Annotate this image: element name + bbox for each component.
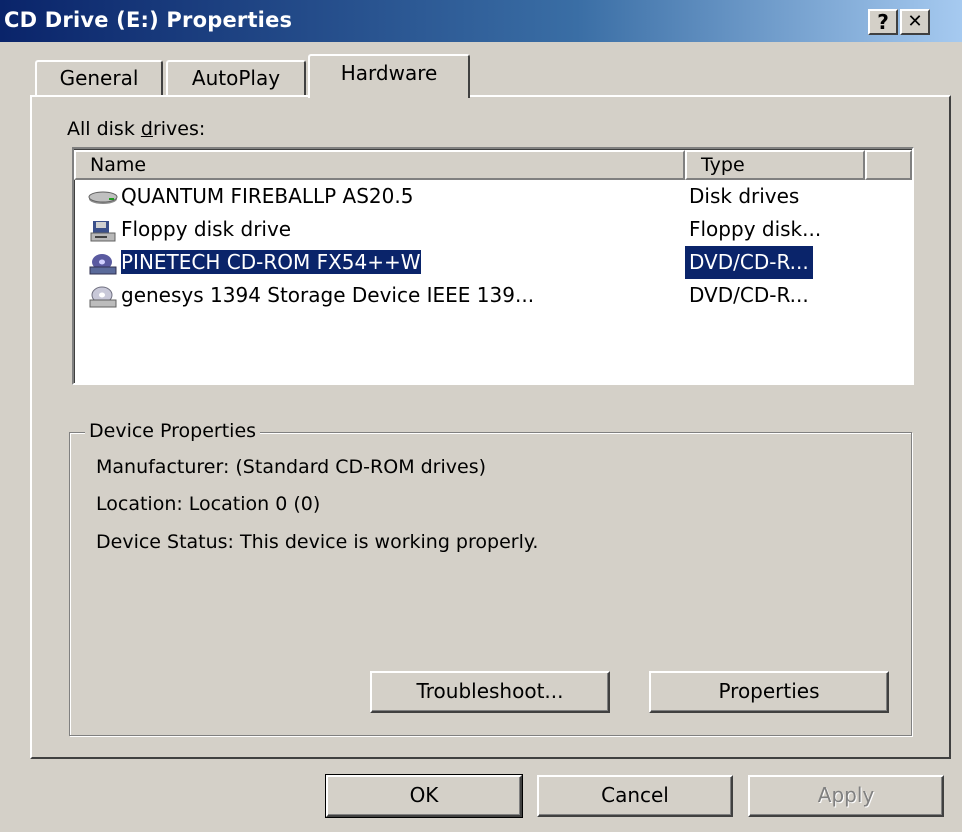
floppy-drive-icon — [90, 220, 116, 241]
drives-label: All disk drives: — [67, 118, 206, 140]
drive-type: Floppy disk... — [689, 217, 822, 241]
drive-name-cell: QUANTUM FIREBALLP AS20.5 — [87, 180, 413, 213]
properties-label: Properties — [718, 679, 820, 703]
troubleshoot-button[interactable]: Troubleshoot... — [370, 671, 610, 713]
properties-button[interactable]: Properties — [649, 671, 889, 713]
tab-autoplay[interactable]: AutoPlay — [166, 60, 306, 96]
drive-row[interactable]: genesys 1394 Storage Device IEEE 139... … — [87, 279, 867, 312]
apply-button[interactable]: Apply — [748, 775, 944, 817]
cancel-button[interactable]: Cancel — [537, 775, 733, 817]
close-button[interactable]: ✕ — [900, 9, 930, 35]
location-text: Location: Location 0 (0) — [96, 493, 321, 515]
cd-drive-icon — [89, 253, 117, 274]
help-button[interactable]: ? — [868, 9, 898, 35]
manufacturer-text: Manufacturer: (Standard CD-ROM drives) — [96, 456, 487, 478]
drive-row-selected[interactable]: PINETECH CD-ROM FX54++W DVD/CD-R... — [87, 246, 867, 279]
tab-hardware-label: Hardware — [340, 61, 438, 85]
drive-name-cell: Floppy disk drive — [87, 213, 291, 246]
help-icon: ? — [877, 10, 889, 34]
cancel-label: Cancel — [601, 783, 669, 807]
close-icon: ✕ — [907, 11, 923, 32]
hard-disk-icon — [88, 191, 118, 204]
drive-row[interactable]: QUANTUM FIREBALLP AS20.5 Disk drives — [87, 180, 867, 213]
cd-drive-icon — [89, 286, 117, 307]
column-header-filler — [865, 150, 912, 180]
troubleshoot-label: Troubleshoot... — [416, 679, 564, 703]
tab-general[interactable]: General — [35, 60, 163, 96]
drives-list[interactable]: Name Type QUANTUM FIREBALLP AS20.5 Disk … — [72, 147, 914, 385]
tab-autoplay-label: AutoPlay — [191, 66, 281, 90]
title-bar[interactable]: CD Drive (E:) Properties ? ✕ — [0, 0, 962, 42]
ok-button[interactable]: OK — [325, 774, 523, 818]
drive-name-cell: genesys 1394 Storage Device IEEE 139... — [87, 279, 534, 312]
tab-hardware[interactable]: Hardware — [308, 54, 470, 98]
window-title: CD Drive (E:) Properties — [4, 8, 293, 32]
device-properties-title: Device Properties — [85, 420, 261, 442]
drive-name: QUANTUM FIREBALLP AS20.5 — [121, 184, 414, 208]
drive-name: genesys 1394 Storage Device IEEE 139... — [121, 283, 535, 307]
column-header-name[interactable]: Name — [74, 150, 685, 180]
drive-name-cell: PINETECH CD-ROM FX54++W — [87, 246, 421, 279]
drive-name: Floppy disk drive — [121, 217, 292, 241]
column-header-type[interactable]: Type — [685, 150, 865, 180]
apply-label: Apply — [817, 783, 875, 807]
drive-name: PINETECH CD-ROM FX54++W — [121, 250, 421, 274]
device-status-text: Device Status: This device is working pr… — [96, 531, 539, 553]
drive-type: DVD/CD-R... — [685, 246, 813, 279]
drive-type: DVD/CD-R... — [689, 283, 809, 307]
drive-row[interactable]: Floppy disk drive Floppy disk... — [87, 213, 867, 246]
drive-type: Disk drives — [689, 184, 800, 208]
tab-general-label: General — [59, 66, 139, 90]
ok-label: OK — [409, 783, 439, 807]
